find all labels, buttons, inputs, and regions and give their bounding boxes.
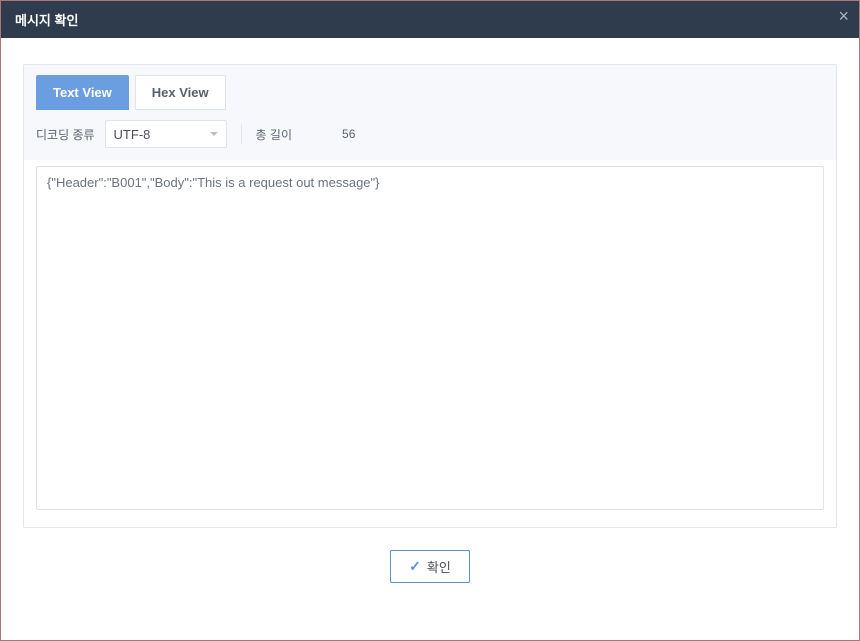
confirm-button-label: 확인 [427,557,451,576]
decoding-select[interactable]: UTF-8 [105,120,227,148]
check-icon: ✓ [409,558,421,575]
tab-hex-view-label: Hex View [152,85,209,100]
decoding-select-value: UTF-8 [114,127,151,142]
decoding-type-label: 디코딩 종류 [36,126,95,143]
dialog-footer: ✓ 확인 [23,528,837,583]
close-icon[interactable]: × [838,7,849,25]
tab-text-view[interactable]: Text View [36,75,129,110]
total-length-label: 총 길이 [256,126,292,143]
tab-hex-view[interactable]: Hex View [135,75,226,110]
confirm-button[interactable]: ✓ 확인 [390,550,470,583]
message-textarea[interactable] [36,166,824,510]
dialog-header: 메시지 확인 × [1,1,859,38]
tab-text-view-label: Text View [53,85,112,100]
controls-row: 디코딩 종류 UTF-8 총 길이 56 [24,110,836,160]
dialog-title: 메시지 확인 [15,13,78,28]
main-panel: Text View Hex View 디코딩 종류 UTF-8 총 길이 56 [23,64,837,528]
divider [241,124,242,144]
total-length-value: 56 [342,127,355,141]
tab-bar: Text View Hex View [24,65,836,110]
text-body [24,160,836,527]
chevron-down-icon [210,132,218,136]
dialog-content: Text View Hex View 디코딩 종류 UTF-8 총 길이 56 … [1,38,859,605]
